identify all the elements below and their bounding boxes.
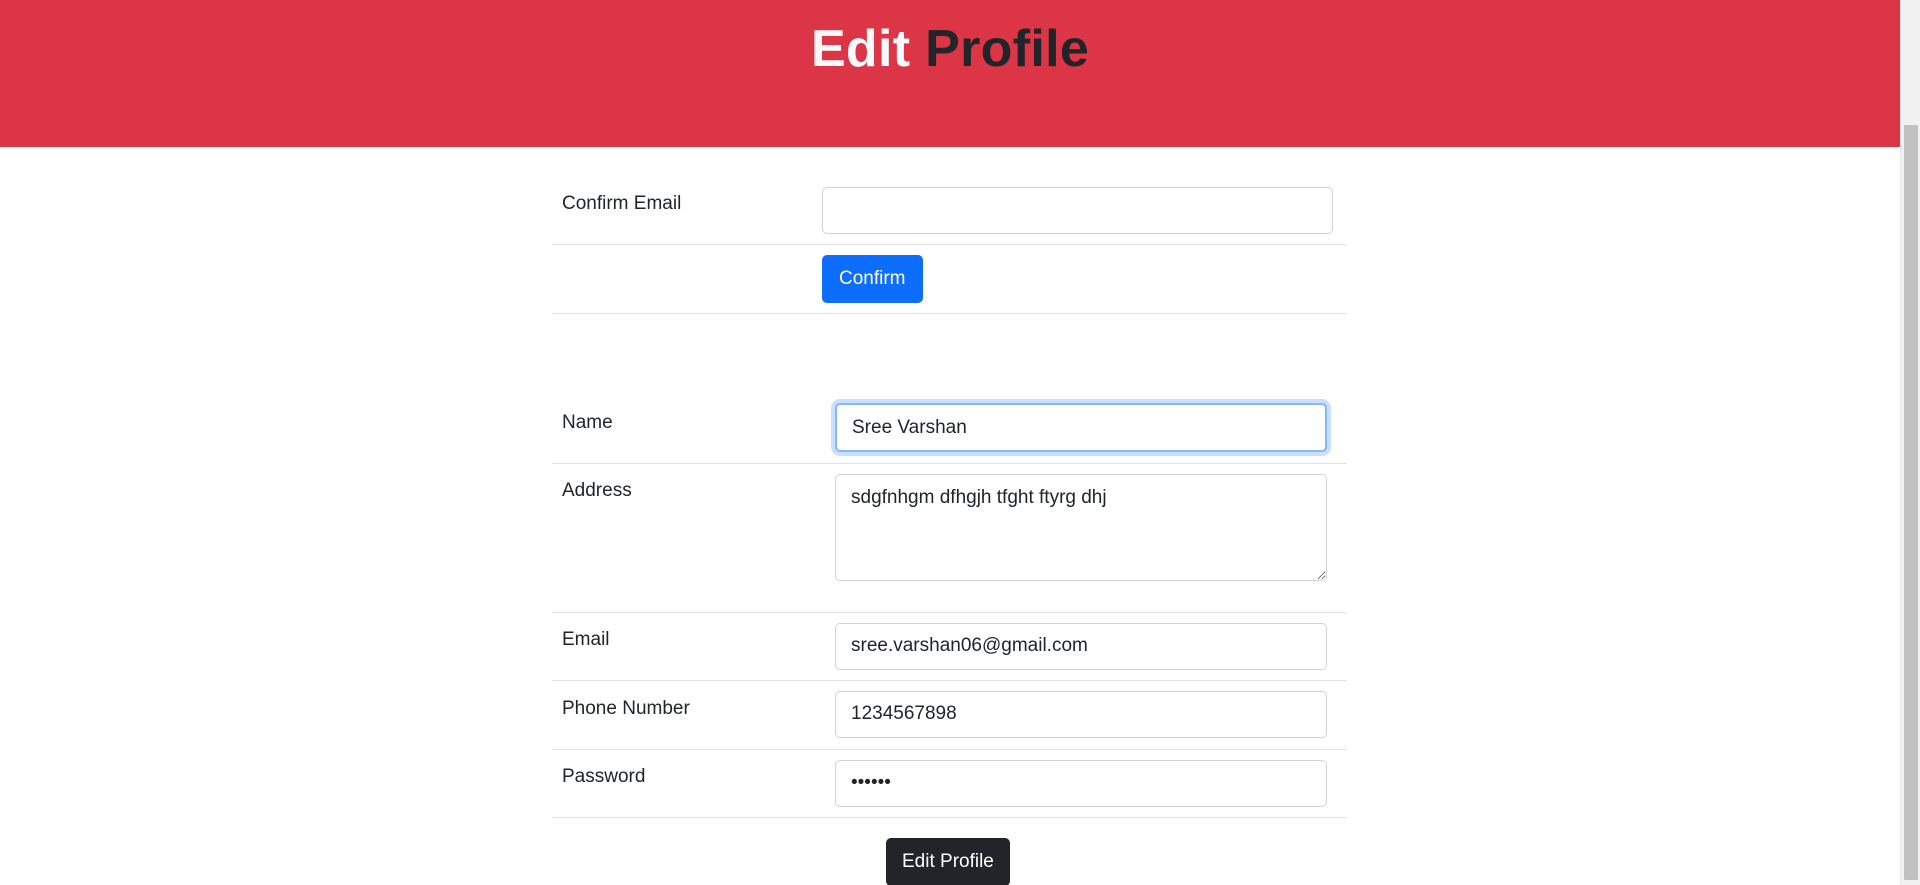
scrollbar-thumb[interactable] [1904, 125, 1918, 880]
password-input[interactable] [835, 759, 1327, 807]
password-row: Password [552, 749, 1347, 818]
name-label: Name [552, 395, 822, 464]
edit-profile-button[interactable]: Edit Profile [886, 838, 1010, 885]
email-input[interactable] [835, 622, 1327, 670]
page-title-profile: Profile [925, 20, 1090, 78]
page-title-edit: Edit [810, 20, 911, 78]
email-row: Email [552, 612, 1347, 681]
address-textarea[interactable]: sdgfnhgm dfhgjh tfght ftyrg dhj [835, 473, 1327, 581]
page-header: Edit Profile [0, 0, 1900, 147]
confirm-email-table: Confirm Email Confirm [552, 178, 1347, 314]
address-cell: sdgfnhgm dfhgjh tfght ftyrg dhj [822, 463, 1347, 613]
password-cell [822, 749, 1347, 818]
name-input[interactable] [835, 403, 1327, 452]
phone-row: Phone Number [552, 680, 1347, 750]
confirm-email-input[interactable] [822, 187, 1333, 234]
email-cell [822, 612, 1347, 681]
email-label: Email [552, 612, 822, 681]
page-title: Edit Profile [0, 0, 1900, 80]
address-row: Address sdgfnhgm dfhgjh tfght ftyrg dhj [552, 463, 1347, 613]
empty-cell [552, 244, 822, 314]
profile-table: Name Address sdgfnhgm dfhgjh tfght ftyrg… [552, 395, 1347, 818]
phone-input[interactable] [835, 690, 1327, 738]
phone-label: Phone Number [552, 680, 822, 750]
address-label: Address [552, 463, 822, 613]
password-label: Password [552, 749, 822, 818]
confirm-email-row: Confirm Email [552, 178, 1347, 245]
phone-cell [822, 680, 1347, 750]
confirm-email-label: Confirm Email [552, 178, 822, 245]
confirm-button-cell: Confirm [822, 244, 1347, 314]
confirm-button[interactable]: Confirm [822, 254, 923, 303]
confirm-email-cell [822, 178, 1347, 245]
confirm-button-row: Confirm [552, 244, 1347, 314]
page: Edit Profile Confirm Email Confirm Name … [0, 0, 1900, 885]
name-cell [822, 395, 1347, 464]
vertical-scrollbar[interactable] [1900, 0, 1920, 885]
name-row: Name [552, 395, 1347, 464]
